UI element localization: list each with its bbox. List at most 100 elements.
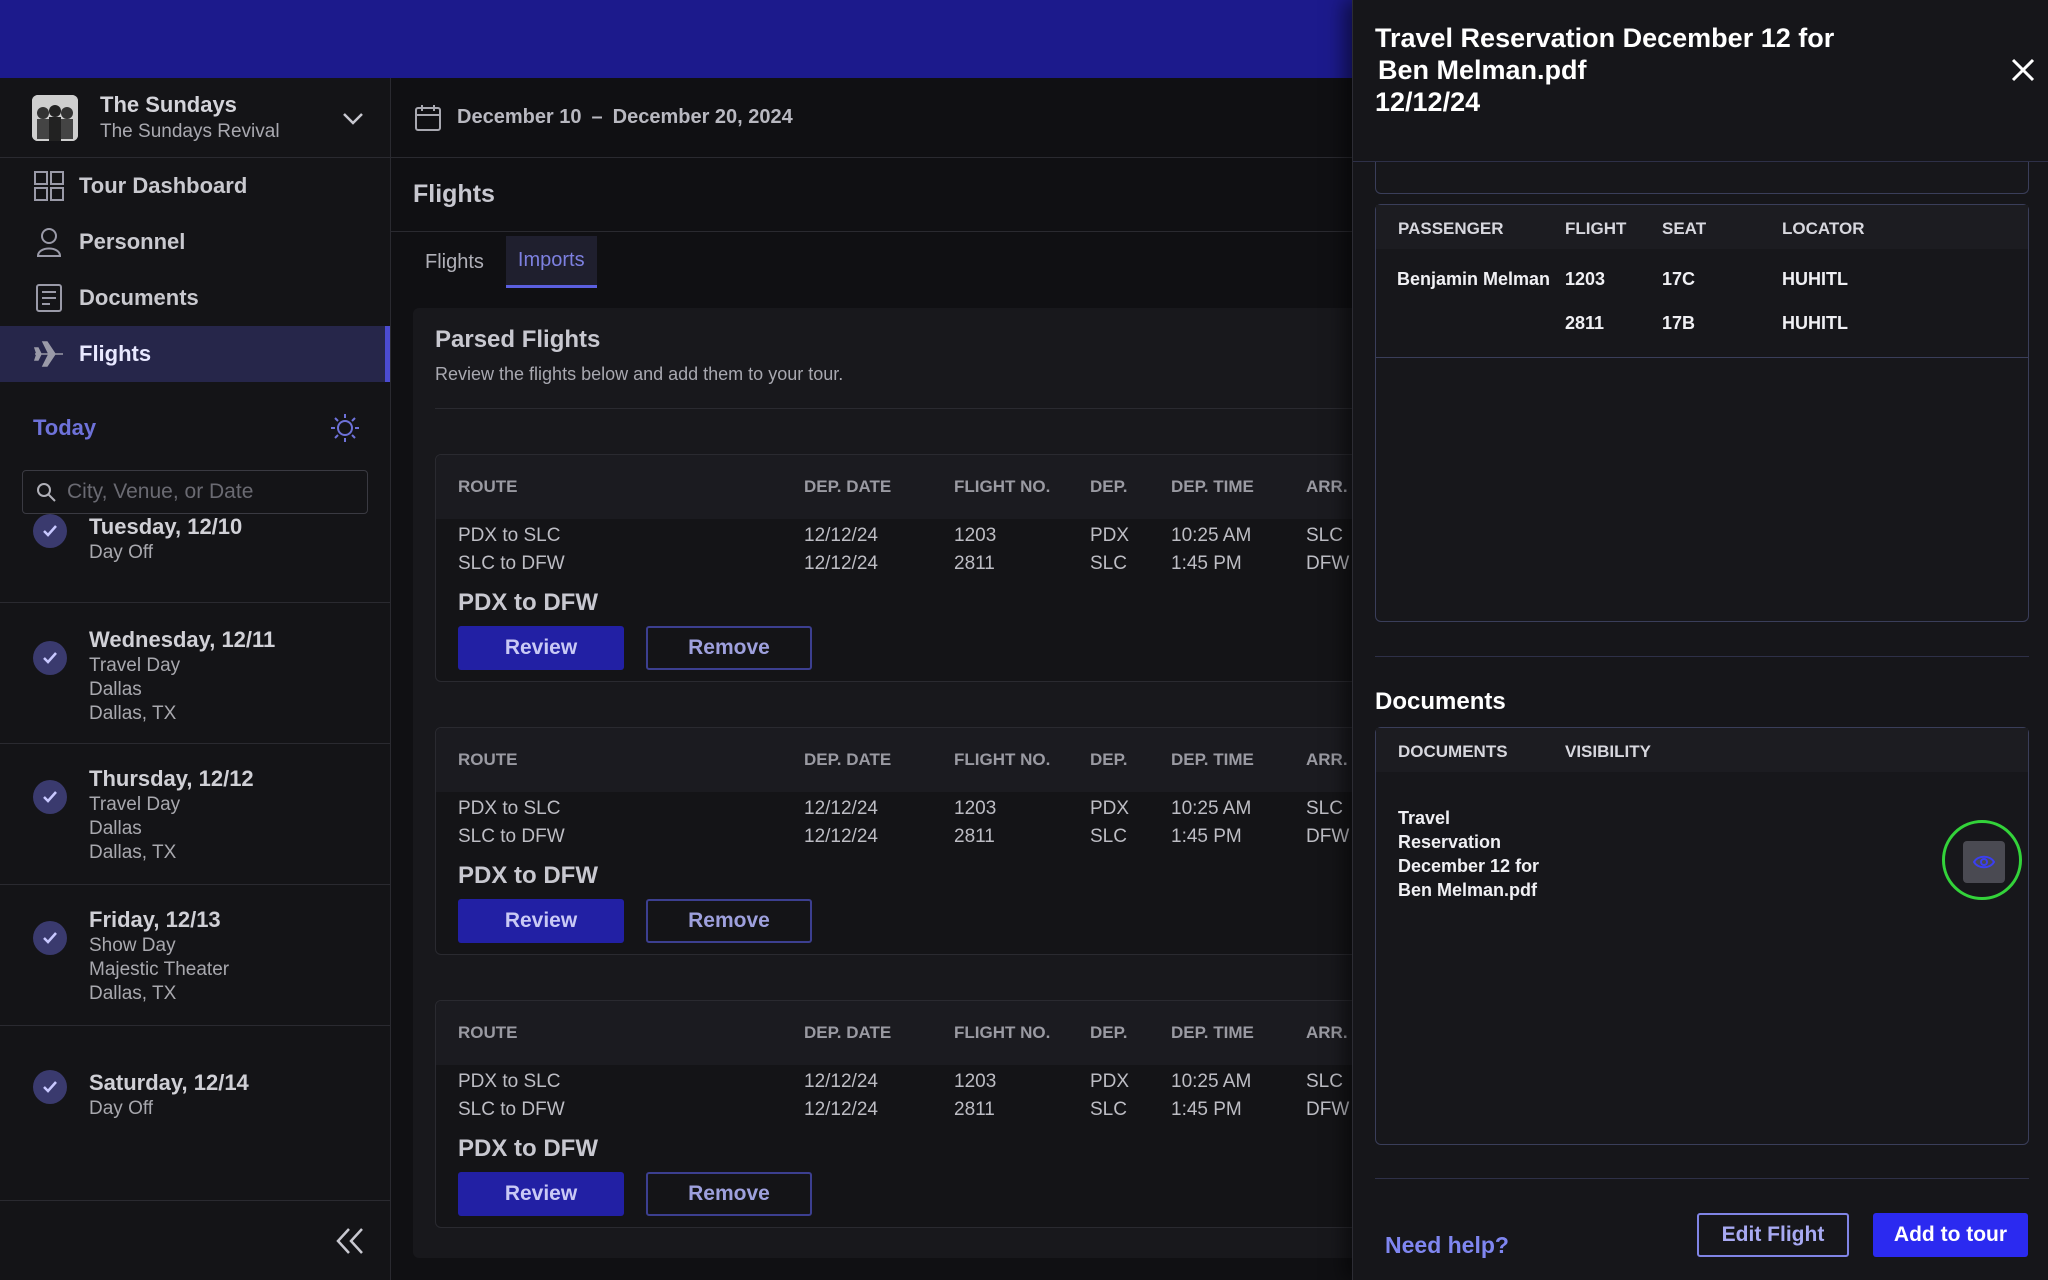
cell-dep-date: 12/12/24 <box>804 798 878 819</box>
documents-heading: Documents <box>1375 688 1506 715</box>
col-arr: ARR. <box>1306 1023 1348 1042</box>
day-item[interactable]: Friday, 12/13 Show Day Majestic Theater … <box>0 885 390 1026</box>
day-detail: Day Off <box>89 1098 154 1119</box>
date-range[interactable]: December 10 – December 20, 2024 <box>391 78 1352 158</box>
cell-dep: SLC <box>1090 1099 1127 1120</box>
check-icon <box>33 641 67 675</box>
double-chevron-left-icon[interactable] <box>334 1227 366 1255</box>
day-item[interactable]: Wednesday, 12/11 Travel Day Dallas Dalla… <box>0 603 390 744</box>
cell-flight-no: 1203 <box>954 1071 997 1092</box>
airplane-icon <box>33 341 63 367</box>
sun-icon[interactable] <box>330 413 360 443</box>
tour-switcher[interactable]: The Sundays The Sundays Revival <box>0 78 390 158</box>
calendar-icon <box>415 104 441 131</box>
day-item[interactable]: Saturday, 12/14 Day Off <box>0 1026 390 1126</box>
day-detail: Dallas <box>89 679 142 700</box>
col-visibility: VISIBILITY <box>1565 742 1651 761</box>
drawer-header: Travel Reservation December 12 for Ben M… <box>1353 0 2048 162</box>
review-button[interactable]: Review <box>458 899 624 943</box>
cell-flight: 2811 <box>1565 313 1605 333</box>
cell-dep-date: 12/12/24 <box>804 1071 878 1092</box>
date-separator: – <box>591 106 603 128</box>
day-title: Tuesday, 12/10 <box>89 514 243 539</box>
col-route: ROUTE <box>458 1023 518 1042</box>
col-dep: DEP. <box>1090 477 1128 496</box>
nav-label: Documents <box>79 285 199 310</box>
divider <box>435 408 1375 409</box>
cell-seat: 17C <box>1662 269 1696 289</box>
nav-documents[interactable]: Documents <box>0 270 390 326</box>
panel-subtitle: Review the flights below and add them to… <box>435 364 844 384</box>
remove-button[interactable]: Remove <box>646 626 812 670</box>
nav-flights[interactable]: Flights <box>0 326 390 382</box>
flight-card: ROUTE DEP. DATE FLIGHT NO. DEP. DEP. TIM… <box>435 727 1375 955</box>
table-row: PDX to SLC 12/12/24 1203 PDX 10:25 AM SL… <box>436 792 1374 848</box>
table-row: PDX to SLC 12/12/24 1203 PDX 10:25 AM SL… <box>436 519 1374 575</box>
cell-dep: SLC <box>1090 826 1127 847</box>
card-route-summary: PDX to DFW <box>458 1135 598 1162</box>
cell-locator: HUHITL <box>1782 313 1848 333</box>
close-icon[interactable] <box>2007 54 2039 86</box>
day-detail: Travel Day <box>89 655 181 676</box>
day-item[interactable]: Tuesday, 12/10 Day Off <box>0 482 390 603</box>
cell-arr: SLC <box>1306 798 1343 819</box>
cell-route: SLC to DFW <box>458 553 565 574</box>
day-title: Wednesday, 12/11 <box>89 627 276 652</box>
tab-flights[interactable]: Flights <box>413 236 496 288</box>
add-to-tour-button[interactable]: Add to tour <box>1873 1213 2028 1257</box>
day-detail: Dallas <box>89 818 142 839</box>
cell-route: SLC to DFW <box>458 826 565 847</box>
cell-locator: HUHITL <box>1782 269 1848 289</box>
col-dep-date: DEP. DATE <box>804 750 892 769</box>
drawer-title-line: Travel Reservation December 12 for <box>1375 23 1835 53</box>
flight-detail-drawer: Travel Reservation December 12 for Ben M… <box>1352 0 2048 1280</box>
review-button[interactable]: Review <box>458 1172 624 1216</box>
col-route: ROUTE <box>458 750 518 769</box>
need-help-link[interactable]: Need help? <box>1385 1232 1509 1259</box>
day-item[interactable]: Thursday, 12/12 Travel Day Dallas Dallas… <box>0 744 390 885</box>
col-arr: ARR. <box>1306 750 1348 769</box>
edit-flight-button[interactable]: Edit Flight <box>1697 1213 1849 1257</box>
cell-flight-no: 1203 <box>954 525 997 546</box>
cell-dep: SLC <box>1090 553 1127 574</box>
cell-dep-date: 12/12/24 <box>804 525 878 546</box>
review-button[interactable]: Review <box>458 626 624 670</box>
nav-label: Flights <box>79 341 152 366</box>
cell-arr: DFW <box>1306 1099 1350 1120</box>
flight-card: ROUTE DEP. DATE FLIGHT NO. DEP. DEP. TIM… <box>435 454 1375 682</box>
day-detail: Day Off <box>89 542 154 563</box>
document-name[interactable]: Travel Reservation December 12 for Ben M… <box>1398 806 1558 902</box>
cell-dep-time: 1:45 PM <box>1171 1099 1242 1120</box>
day-detail: Dallas, TX <box>89 842 177 863</box>
tour-avatar <box>32 94 78 141</box>
visibility-highlight <box>1942 820 2022 900</box>
day-title: Friday, 12/13 <box>89 907 221 932</box>
cell-seat: 17B <box>1662 313 1696 333</box>
cell-dep-time: 10:25 AM <box>1171 525 1252 546</box>
nav-personnel[interactable]: Personnel <box>0 214 390 270</box>
grid-icon <box>34 171 64 201</box>
day-detail: Show Day <box>89 935 176 956</box>
visibility-toggle-button[interactable] <box>1963 841 2005 883</box>
nav-tour-dashboard[interactable]: Tour Dashboard <box>0 158 390 214</box>
col-flight-no: FLIGHT NO. <box>954 1023 1051 1042</box>
card-header: ROUTE DEP. DATE FLIGHT NO. DEP. DEP. TIM… <box>436 1001 1374 1065</box>
sidebar-footer <box>0 1200 390 1280</box>
card-header: ROUTE DEP. DATE FLIGHT NO. DEP. DEP. TIM… <box>436 455 1374 519</box>
cell-flight-no: 1203 <box>954 798 997 819</box>
cell-flight-no: 2811 <box>954 1099 995 1120</box>
cell-dep-date: 12/12/24 <box>804 553 878 574</box>
day-list: Tuesday, 12/10 Day Off Wednesday, 12/11 … <box>0 482 390 1126</box>
date-start: December 10 <box>457 106 582 128</box>
cell-route: PDX to SLC <box>458 525 561 546</box>
divider <box>1375 656 2029 657</box>
drawer-title: Travel Reservation December 12 for Ben M… <box>1375 22 1895 118</box>
remove-button[interactable]: Remove <box>646 1172 812 1216</box>
col-dep-time: DEP. TIME <box>1171 1023 1254 1042</box>
col-dep-date: DEP. DATE <box>804 477 892 496</box>
remove-button[interactable]: Remove <box>646 899 812 943</box>
chevron-down-icon[interactable] <box>340 105 366 131</box>
today-link[interactable]: Today <box>33 415 96 441</box>
tab-imports[interactable]: Imports <box>505 236 597 288</box>
drawer-title-line: Ben Melman.pdf <box>1378 55 1587 85</box>
